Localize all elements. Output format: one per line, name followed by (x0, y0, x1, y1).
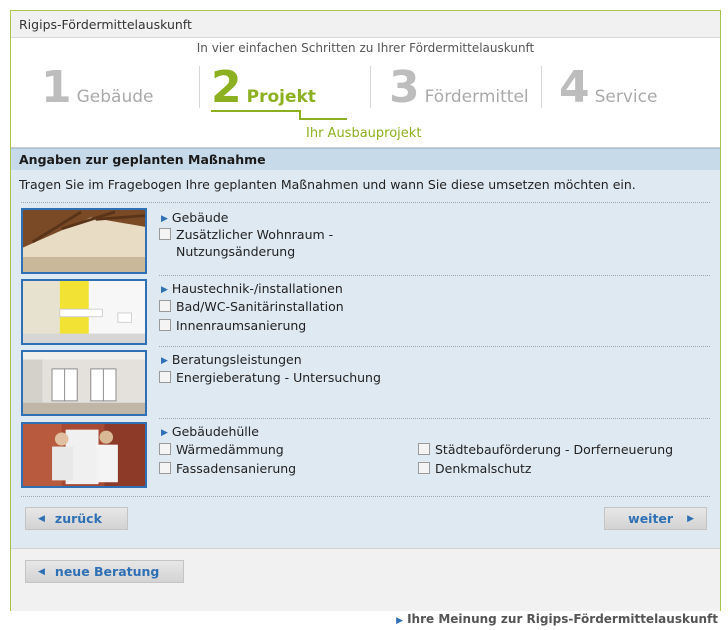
checkbox-label: Energieberatung - Untersuchung (176, 370, 381, 385)
checkbox-box[interactable] (159, 371, 171, 383)
empty-room-photo (21, 350, 147, 416)
step-label: Service (594, 87, 658, 107)
checkbox-label: Städtebauförderung - Dorferneuerung (435, 442, 674, 457)
step-divider (199, 66, 200, 108)
app-window: Rigips-Fördermittelauskunft In vier einf… (10, 10, 721, 611)
checkbox-label: Innenraumsanierung (176, 318, 307, 333)
attic-room-photo (21, 208, 147, 274)
checkbox-box[interactable] (418, 462, 430, 474)
checkbox-box[interactable] (159, 300, 171, 312)
triangle-left-icon: ◀ (38, 513, 45, 524)
checkbox-zusaetzlicher-wohnraum[interactable]: Zusätzlicher Wohnraum - Nutzungsänderung (159, 226, 333, 260)
triangle-right-icon: ▶ (161, 214, 168, 224)
checkbox-box[interactable] (159, 462, 171, 474)
checkbox-box[interactable] (159, 228, 171, 240)
step-number: 2 (211, 62, 242, 113)
checkbox-label: Fassadensanierung (176, 461, 297, 476)
step-wizard: In vier einfachen Schritten zu Ihrer För… (11, 38, 720, 148)
checkbox-label: Zusätzlicher Wohnraum - (176, 227, 334, 242)
triangle-right-icon: ▶ (396, 616, 404, 626)
checkbox-bad-wc[interactable]: Bad/WC-Sanitärinstallation (159, 298, 344, 315)
back-button[interactable]: ◀ zurück (25, 507, 128, 530)
bottom-bar: ◀ neue Beratung (11, 548, 720, 611)
wizard-step-2[interactable]: 2 Projekt (211, 62, 316, 113)
step-number: 1 (41, 62, 72, 113)
new-consultation-button[interactable]: ◀ neue Beratung (25, 560, 184, 583)
triangle-right-icon: ▶ (161, 285, 168, 295)
bathroom-photo (21, 279, 147, 345)
divider (159, 275, 710, 276)
checkbox-label: Wärmedämmung (176, 442, 284, 457)
step-number: 4 (559, 62, 590, 113)
wizard-step-4[interactable]: 4 Service (559, 62, 658, 113)
facade-workers-photo (21, 422, 147, 488)
wizard-subtitle: In vier einfachen Schritten zu Ihrer För… (196, 41, 535, 55)
triangle-right-icon: ▶ (161, 428, 168, 438)
divider (159, 418, 710, 419)
wizard-step-1[interactable]: 1 Gebäude (41, 62, 154, 113)
checkbox-box[interactable] (418, 443, 430, 455)
intro-text: Tragen Sie im Fragebogen Ihre geplanten … (19, 177, 636, 192)
window-title: Rigips-Fördermittelauskunft (11, 11, 720, 38)
category-title-gebaeude: ▶ Gebäude (161, 210, 229, 225)
divider (21, 496, 710, 497)
next-button-label: weiter (628, 511, 674, 526)
triangle-left-icon: ◀ (38, 566, 45, 577)
next-button[interactable]: weiter ▶ (604, 507, 707, 530)
feedback-link[interactable]: ▶ Ihre Meinung zur Rigips-Fördermittelaus… (396, 612, 718, 626)
checkbox-label: Denkmalschutz (435, 461, 532, 476)
checkbox-waermedaemmung[interactable]: Wärmedämmung (159, 441, 284, 458)
checkbox-box[interactable] (159, 443, 171, 455)
checkbox-staedtebaufoerderung[interactable]: Städtebauförderung - Dorferneuerung (418, 441, 673, 458)
category-title-beratungsleistungen: ▶ Beratungsleistungen (161, 352, 302, 367)
active-step-underline (211, 110, 299, 112)
new-consultation-label: neue Beratung (54, 564, 160, 579)
active-step-connector (299, 118, 347, 120)
divider (21, 202, 710, 203)
checkbox-box[interactable] (159, 319, 171, 331)
section-header: Angaben zur geplanten Maßnahme (11, 148, 720, 170)
triangle-right-icon: ▶ (161, 356, 168, 366)
checkbox-label: Bad/WC-Sanitärinstallation (176, 299, 344, 314)
checkbox-innenraumsanierung[interactable]: Innenraumsanierung (159, 317, 306, 334)
checkbox-denkmalschutz[interactable]: Denkmalschutz (418, 460, 531, 477)
feedback-link-label: Ihre Meinung zur Rigips-Fördermittelausk… (407, 612, 718, 626)
step-label: Projekt (246, 87, 316, 107)
back-button-label: zurück (54, 511, 102, 526)
active-step-caption: Ihr Ausbauprojekt (306, 126, 422, 141)
category-title-haustechnik: ▶ Haustechnik-/installationen (161, 281, 343, 296)
checkbox-fassadensanierung[interactable]: Fassadensanierung (159, 460, 296, 477)
step-number: 3 (389, 62, 420, 113)
divider (159, 346, 710, 347)
checkbox-label-line2: Nutzungsänderung (176, 244, 296, 259)
checkbox-energieberatung[interactable]: Energieberatung - Untersuchung (159, 369, 381, 386)
triangle-right-icon: ▶ (687, 513, 694, 524)
questionnaire: Tragen Sie im Fragebogen Ihre geplanten … (11, 170, 720, 607)
step-divider (541, 66, 542, 108)
wizard-step-3[interactable]: 3 Fördermittel (389, 62, 529, 113)
category-title-gebaeudehuelle: ▶ Gebäudehülle (161, 424, 259, 439)
step-label: Gebäude (76, 87, 154, 107)
step-divider (370, 66, 371, 108)
step-label: Fördermittel (424, 87, 529, 107)
